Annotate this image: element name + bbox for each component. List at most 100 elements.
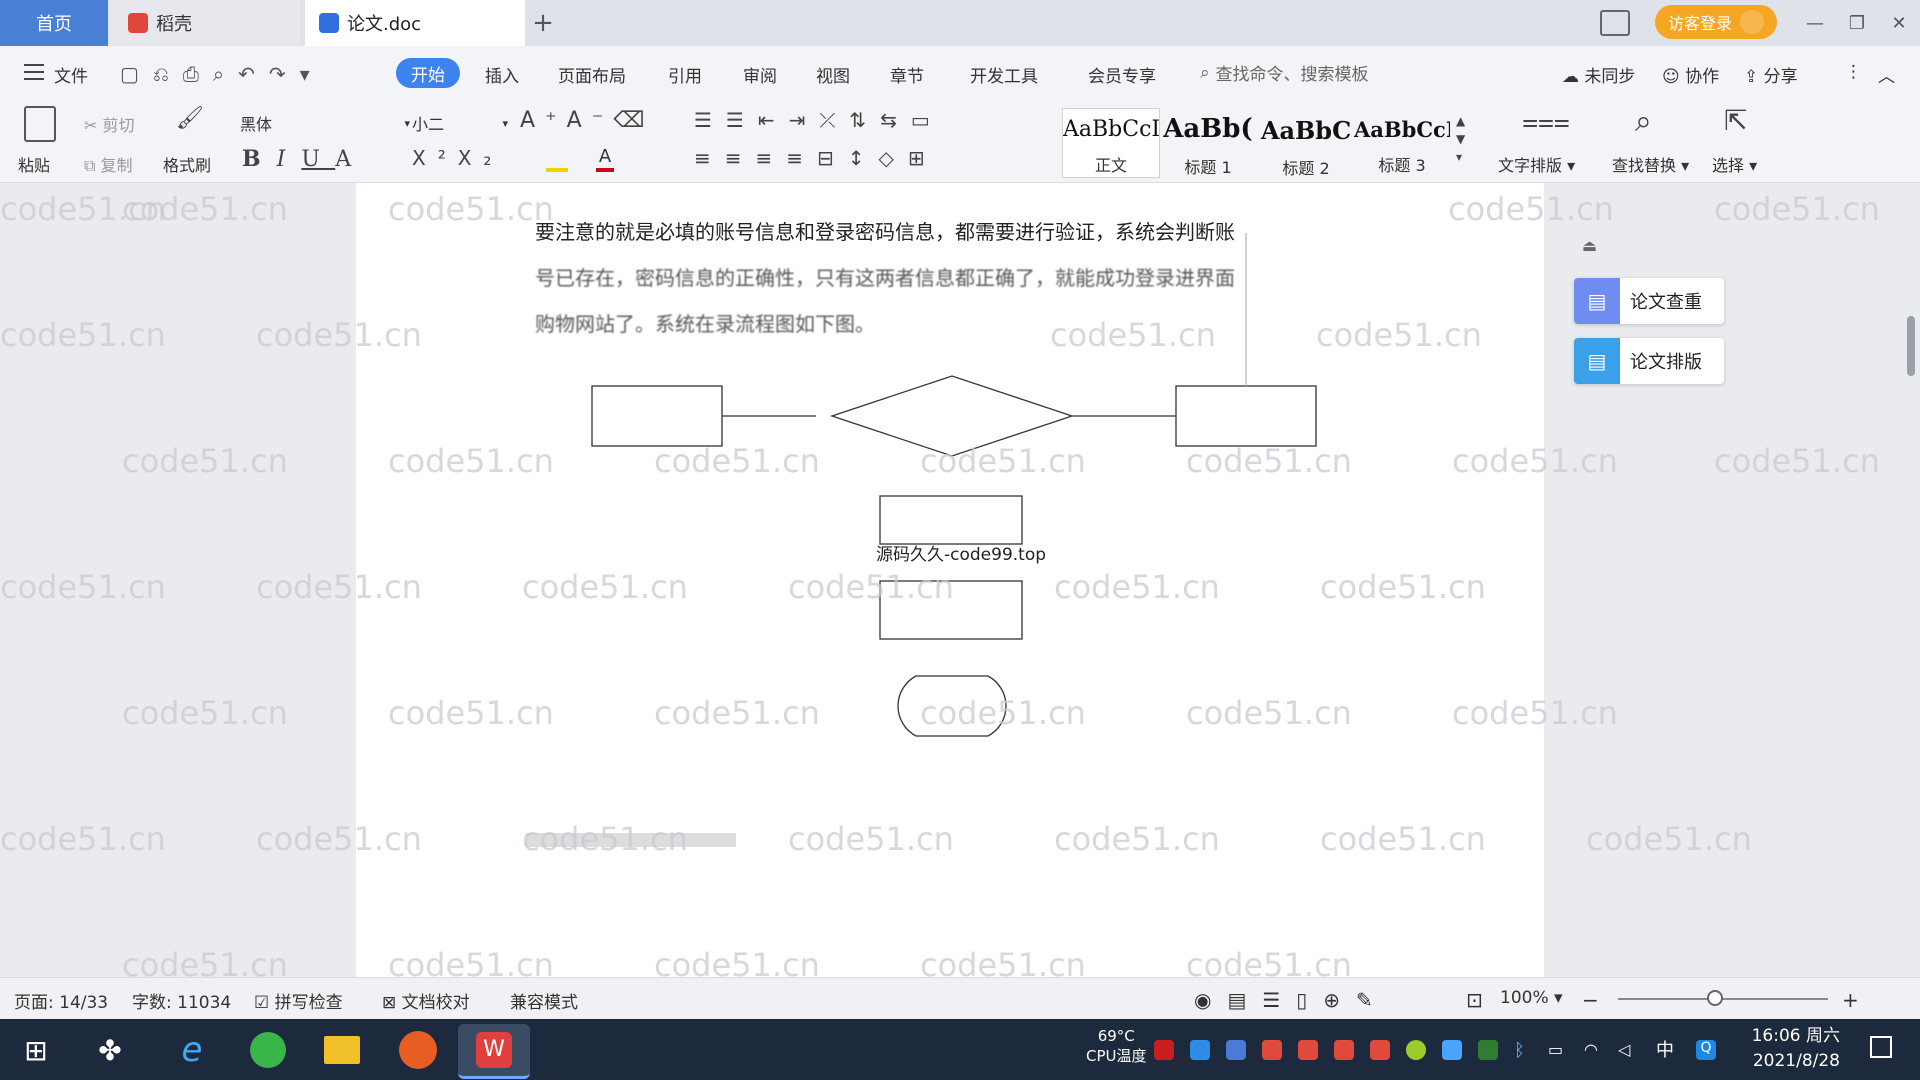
ie-browser-icon[interactable]: e xyxy=(166,1024,218,1076)
tray-app-icon[interactable] xyxy=(1262,1040,1282,1060)
menu-review[interactable]: 审阅 xyxy=(743,62,777,87)
menu-references[interactable]: 引用 xyxy=(668,62,702,87)
menu-file[interactable]: 文件 xyxy=(54,62,88,87)
cpu-temp-widget[interactable]: 69°C CPU温度 xyxy=(1086,1026,1147,1066)
wps-writer-icon[interactable]: W xyxy=(458,1024,530,1079)
menu-start[interactable]: 开始 xyxy=(396,58,460,88)
fit-page-icon[interactable]: ⊡ xyxy=(1466,988,1483,1012)
nvidia-icon[interactable] xyxy=(1478,1040,1498,1060)
command-search[interactable]: ⌕ 查找命令、搜索模板 xyxy=(1200,60,1369,86)
tray-app-icon[interactable] xyxy=(1298,1040,1318,1060)
text-layout-label: 文字排版 xyxy=(1498,156,1563,175)
menu-insert[interactable]: 插入 xyxy=(485,62,519,87)
zoom-out-button[interactable]: − xyxy=(1582,988,1599,1012)
paper-format-button[interactable]: ▤ 论文排版 xyxy=(1574,338,1724,384)
style-heading-1-label: 标题 1 xyxy=(1184,158,1232,177)
tab-document[interactable]: 论文.doc xyxy=(305,0,525,46)
close-button[interactable]: ✕ xyxy=(1884,8,1914,38)
style-heading-1[interactable]: AaBb( 标题 1 xyxy=(1160,108,1256,177)
font-family-select[interactable]: 黑体 ▾ xyxy=(240,110,410,136)
chevron-down-icon: ▾ xyxy=(502,116,508,130)
tab-daoke[interactable]: 稻壳 xyxy=(110,0,300,46)
tray-app-icon[interactable] xyxy=(1190,1040,1210,1060)
zoom-level[interactable]: 100% ▾ xyxy=(1500,988,1563,1008)
brush-icon[interactable]: 🖌 xyxy=(176,106,204,131)
alignment-tools[interactable]: ≡≡≡≡⊟↕◇⊞ xyxy=(694,146,939,170)
style-heading-2[interactable]: AaBbC 标题 2 xyxy=(1258,108,1354,178)
layout-icon[interactable] xyxy=(1600,10,1630,36)
bluetooth-icon[interactable]: ᛒ xyxy=(1514,1040,1534,1061)
menu-chapter[interactable]: 章节 xyxy=(890,62,924,87)
tray-app-icon[interactable] xyxy=(1334,1040,1354,1060)
paper-check-button[interactable]: ▤ 论文查重 xyxy=(1574,278,1724,324)
style-normal[interactable]: AaBbCcI 正文 xyxy=(1062,108,1160,178)
restore-button[interactable]: ❐ xyxy=(1842,8,1872,38)
paste-button[interactable]: 粘贴 xyxy=(18,152,50,176)
collapse-panel-icon[interactable]: ⏏ xyxy=(1582,236,1597,255)
tab-document-label: 论文.doc xyxy=(347,14,422,35)
ime-indicator[interactable]: 中 xyxy=(1656,1036,1674,1062)
menu-member[interactable]: 会员专享 xyxy=(1088,62,1156,87)
tray-app-icon[interactable] xyxy=(1154,1040,1174,1060)
browser-360-icon[interactable] xyxy=(242,1024,294,1076)
zoom-slider[interactable] xyxy=(1618,998,1828,1000)
format-painter-button[interactable]: 格式刷 xyxy=(163,152,211,176)
notification-center-icon[interactable] xyxy=(1870,1036,1892,1058)
new-tab-button[interactable]: + xyxy=(528,0,558,46)
cut-button[interactable]: ✂ 剪切 xyxy=(84,112,135,136)
find-replace-button[interactable]: 查找替换 ▾ xyxy=(1612,152,1689,176)
wifi-icon[interactable]: ◠ xyxy=(1584,1040,1604,1060)
tray-app-icon[interactable] xyxy=(1406,1040,1426,1060)
windows-start-icon[interactable]: ⊞ xyxy=(10,1024,62,1076)
zoom-in-button[interactable]: + xyxy=(1842,988,1859,1012)
app-avatar-icon[interactable] xyxy=(392,1024,444,1076)
paste-icon[interactable] xyxy=(24,106,56,142)
menu-view[interactable]: 视图 xyxy=(816,62,850,87)
word-count[interactable]: 字数: 11034 xyxy=(132,988,231,1013)
file-explorer-icon[interactable] xyxy=(316,1024,368,1076)
copy-button[interactable]: ⧉ 复制 xyxy=(84,152,133,176)
script-tools[interactable]: X²X₂ xyxy=(412,146,503,170)
font-size-tools[interactable]: A⁺A⁻⌫ xyxy=(520,108,654,133)
user-icon: ☺ xyxy=(1662,67,1686,87)
style-heading-3[interactable]: AaBbCcI 标题 3 xyxy=(1354,108,1450,176)
paper-format-label: 论文排版 xyxy=(1630,352,1702,373)
minimize-button[interactable]: — xyxy=(1800,8,1830,38)
login-flowchart xyxy=(526,233,1317,847)
collapse-ribbon-icon[interactable]: ︿ xyxy=(1878,62,1895,87)
share-button[interactable]: ⇪ 分享 xyxy=(1744,62,1798,87)
spell-check-button[interactable]: ☑ 拼写检查 xyxy=(254,988,343,1013)
style-gallery-scroll[interactable]: ▲ ▼ ▾ xyxy=(1456,112,1465,166)
view-mode-tools[interactable]: ◉▤☰▯⊕✎ xyxy=(1194,988,1389,1012)
font-color-icon[interactable]: A xyxy=(596,146,614,172)
menu-developer[interactable]: 开发工具 xyxy=(970,62,1038,87)
system-clock[interactable]: 16:06 周六 2021/8/28 xyxy=(1752,1024,1840,1074)
guest-login-button[interactable]: 访客登录 xyxy=(1655,5,1777,39)
collaborate-button[interactable]: ☺ 协作 xyxy=(1662,62,1719,87)
font-size-select[interactable]: 小二 ▾ xyxy=(412,110,508,136)
scrollbar-thumb[interactable] xyxy=(1907,316,1915,376)
paragraph-tools[interactable]: ☰☰⇤⇥⤫⇅⇆▭ xyxy=(694,108,944,132)
tray-app-icon[interactable] xyxy=(1370,1040,1390,1060)
zoom-slider-handle[interactable] xyxy=(1707,990,1723,1006)
shield-icon[interactable] xyxy=(1226,1040,1246,1060)
battery-icon[interactable]: ▭ xyxy=(1548,1040,1568,1060)
tray-q-icon[interactable]: Q xyxy=(1696,1040,1716,1060)
style-heading-3-label: 标题 3 xyxy=(1378,156,1426,175)
more-icon[interactable]: ⋮ xyxy=(1845,62,1862,82)
doc-proofread-button[interactable]: ⊠ 文档校对 xyxy=(382,988,470,1013)
volume-icon[interactable]: ◁ xyxy=(1618,1040,1638,1060)
select-button[interactable]: 选择 ▾ xyxy=(1712,152,1757,176)
text-format-tools[interactable]: BIUA xyxy=(242,146,367,172)
vertical-scrollbar[interactable] xyxy=(1905,150,1917,970)
hamburger-icon[interactable] xyxy=(24,64,44,80)
app-fan-icon[interactable]: ✤ xyxy=(84,1024,136,1076)
text-layout-button[interactable]: 文字排版 ▾ xyxy=(1498,152,1575,176)
quick-access-toolbar[interactable]: ▢⎌⎙⌕↶↷▾ xyxy=(120,62,324,86)
sync-status[interactable]: ☁ 未同步 xyxy=(1562,62,1635,87)
highlight-icon[interactable] xyxy=(546,146,568,172)
menu-page-layout[interactable]: 页面布局 xyxy=(558,62,626,87)
page-indicator[interactable]: 页面: 14/33 xyxy=(14,988,108,1013)
tab-home[interactable]: 首页 xyxy=(0,0,108,46)
tray-app-icon[interactable] xyxy=(1442,1040,1462,1060)
